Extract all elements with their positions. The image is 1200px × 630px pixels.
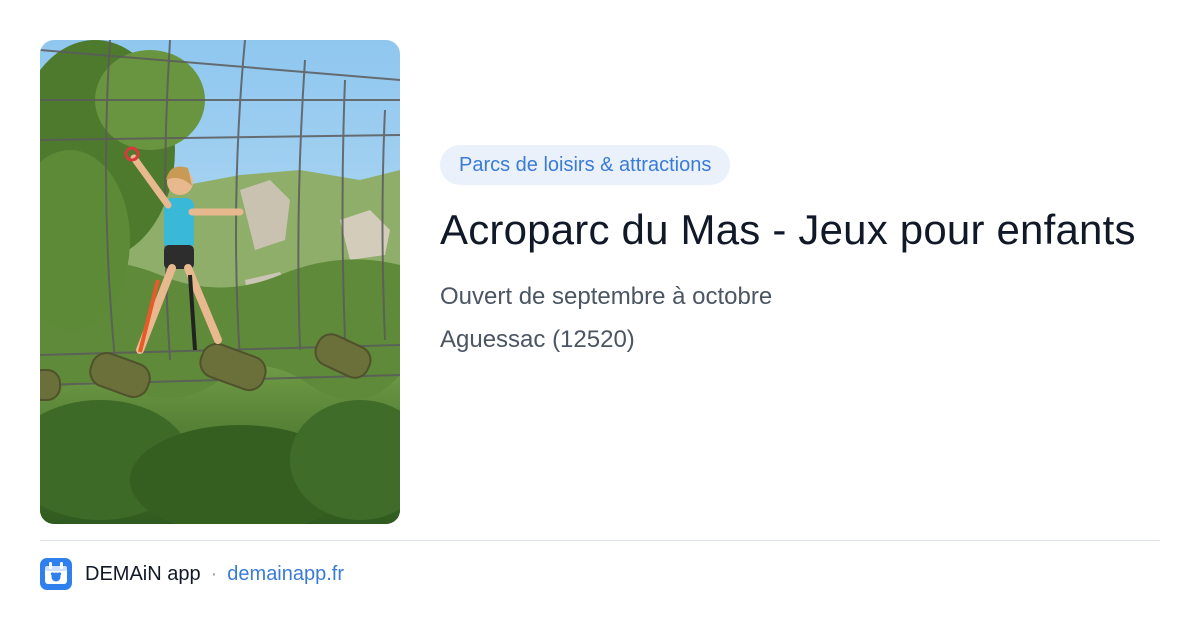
listing-info: Parcs de loisirs & attractions Acroparc … bbox=[440, 145, 1140, 355]
link-preview-card[interactable]: Parcs de loisirs & attractions Acroparc … bbox=[0, 0, 1200, 630]
listing-title[interactable]: Acroparc du Mas - Jeux pour enfants bbox=[440, 203, 1140, 256]
app-url-link[interactable]: demainapp.fr bbox=[227, 563, 344, 586]
listing-location: Aguessac (12520) bbox=[440, 326, 635, 353]
category-badge[interactable]: Parcs de loisirs & attractions bbox=[440, 145, 731, 185]
footer-separator: · bbox=[210, 562, 218, 585]
opening-hours: Ouvert de septembre à octobre bbox=[440, 283, 773, 310]
footer-divider bbox=[40, 540, 1160, 541]
listing-photo[interactable] bbox=[40, 40, 400, 524]
photo-illustration bbox=[40, 40, 400, 524]
source-footer: DEMAiN app · demainapp.fr bbox=[40, 557, 344, 591]
app-name: DEMAiN app bbox=[85, 562, 201, 585]
demain-app-logo-icon bbox=[40, 558, 72, 590]
